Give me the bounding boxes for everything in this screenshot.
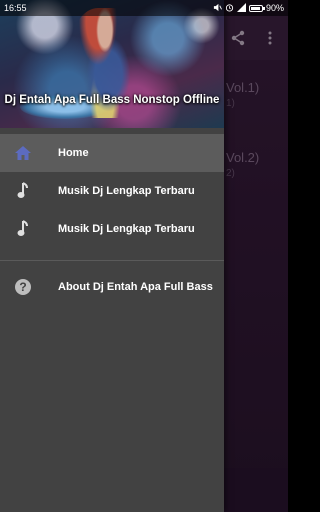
mute-icon — [213, 3, 222, 14]
drawer-header: Dj Entah Apa Full Bass Nonstop Offline — [0, 0, 224, 128]
alarm-icon — [225, 3, 234, 14]
navigation-drawer: Dj Entah Apa Full Bass Nonstop Offline H… — [0, 0, 224, 512]
drawer-scrim[interactable] — [224, 0, 288, 512]
menu-divider — [0, 260, 224, 261]
menu-item-music-2[interactable]: Musik Dj Lengkap Terbaru — [0, 210, 224, 248]
screen: 16:55 90% Vol.1) 1) Vol.2) 2) Dj Entah A… — [0, 0, 288, 512]
menu-item-label: Musik Dj Lengkap Terbaru — [58, 223, 195, 235]
help-icon: ? — [13, 277, 33, 297]
menu-item-home[interactable]: Home — [0, 134, 224, 172]
status-indicators: 90% — [213, 2, 284, 14]
battery-icon — [248, 4, 265, 12]
music-note-icon — [13, 181, 33, 201]
signal-icon — [236, 2, 246, 14]
music-note-icon — [13, 219, 33, 239]
menu-item-label: Home — [58, 147, 89, 159]
status-bar: 16:55 90% — [0, 0, 288, 16]
drawer-menu: Home Musik Dj Lengkap Terbaru Musik Dj L… — [0, 134, 224, 306]
status-time: 16:55 — [4, 3, 27, 13]
battery-percent: 90% — [265, 3, 284, 13]
menu-item-label: Musik Dj Lengkap Terbaru — [58, 185, 195, 197]
menu-item-about[interactable]: ? About Dj Entah Apa Full Bass — [0, 268, 224, 306]
drawer-title: Dj Entah Apa Full Bass Nonstop Offline — [4, 94, 220, 106]
battery-level — [250, 6, 260, 10]
menu-item-label: About Dj Entah Apa Full Bass — [58, 281, 213, 293]
menu-item-music-1[interactable]: Musik Dj Lengkap Terbaru — [0, 172, 224, 210]
home-icon — [13, 143, 33, 163]
